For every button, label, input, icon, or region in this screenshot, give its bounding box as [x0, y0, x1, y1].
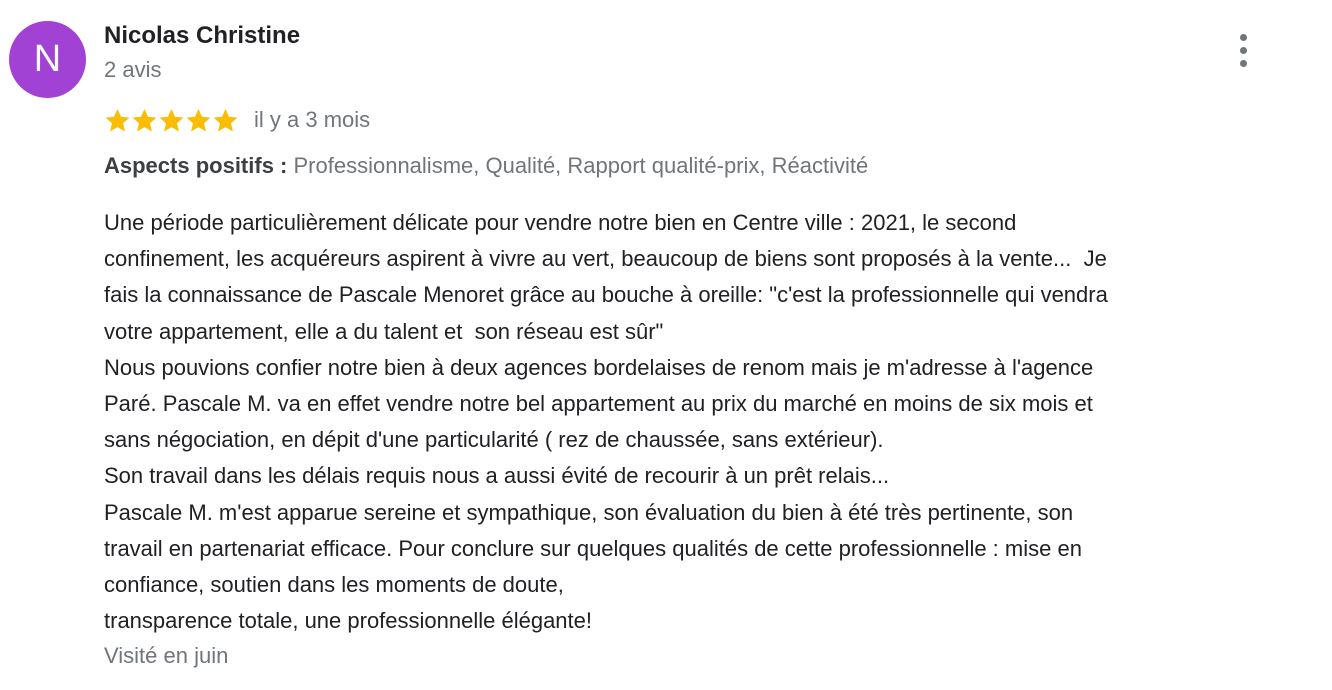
review-text-line: Pascale M. m'est apparue sereine et symp…	[104, 499, 1074, 525]
star-icon	[105, 108, 130, 132]
review-text-line: transparence totale, une professionnelle…	[104, 608, 593, 634]
review-text-line: Son travail dans les délais requis nous …	[104, 463, 890, 489]
positive-aspects: Aspects positifs : Professionnalisme, Qu…	[104, 151, 868, 181]
review-text-line: Une période particulièrement délicate po…	[104, 210, 1017, 235]
positive-aspects-values: Professionnalisme, Qualité, Rapport qual…	[293, 153, 869, 178]
avatar[interactable]: N	[9, 21, 86, 98]
review-text-line: travail en partenariat efficace. Pour co…	[104, 535, 1082, 561]
star-icon	[213, 108, 238, 132]
star-icon	[159, 108, 184, 132]
rating-row: il y a 3 mois	[104, 103, 370, 137]
avatar-initial: N	[33, 38, 62, 80]
star-icon	[186, 108, 211, 132]
author-review-count[interactable]: 2 avis	[104, 56, 161, 84]
positive-aspects-label: Aspects positifs :	[104, 153, 288, 178]
author-name[interactable]: Nicolas Christine	[104, 21, 300, 51]
more-options-button[interactable]	[1228, 30, 1258, 70]
star-rating	[104, 107, 239, 134]
review-text-line: votre appartement, elle a du talent et s…	[104, 318, 664, 344]
review-date: il y a 3 mois	[254, 107, 371, 132]
review-text-line: confinement, les acquéreurs aspirent à v…	[104, 246, 1107, 272]
review-text-line: sans négociation, en dépit d'une particu…	[104, 427, 884, 453]
review-card: N Nicolas Christine 2 avis il y a 3 mois…	[0, 0, 1332, 690]
review-text-line: confiance, soutien dans les moments de d…	[104, 572, 564, 598]
review-text-line: Paré. Pascale M. va en effet vendre notr…	[104, 391, 1093, 417]
more-vert-icon	[1239, 33, 1247, 67]
star-icon	[132, 108, 157, 132]
review-text-line: Nous pouvions confier notre bien à deux …	[104, 354, 1094, 380]
visited-date: Visité en juin	[104, 643, 229, 668]
review-text-line: fais la connaissance de Pascale Menoret …	[104, 282, 1108, 308]
review-text: Une période particulièrement délicate po…	[104, 205, 1314, 639]
